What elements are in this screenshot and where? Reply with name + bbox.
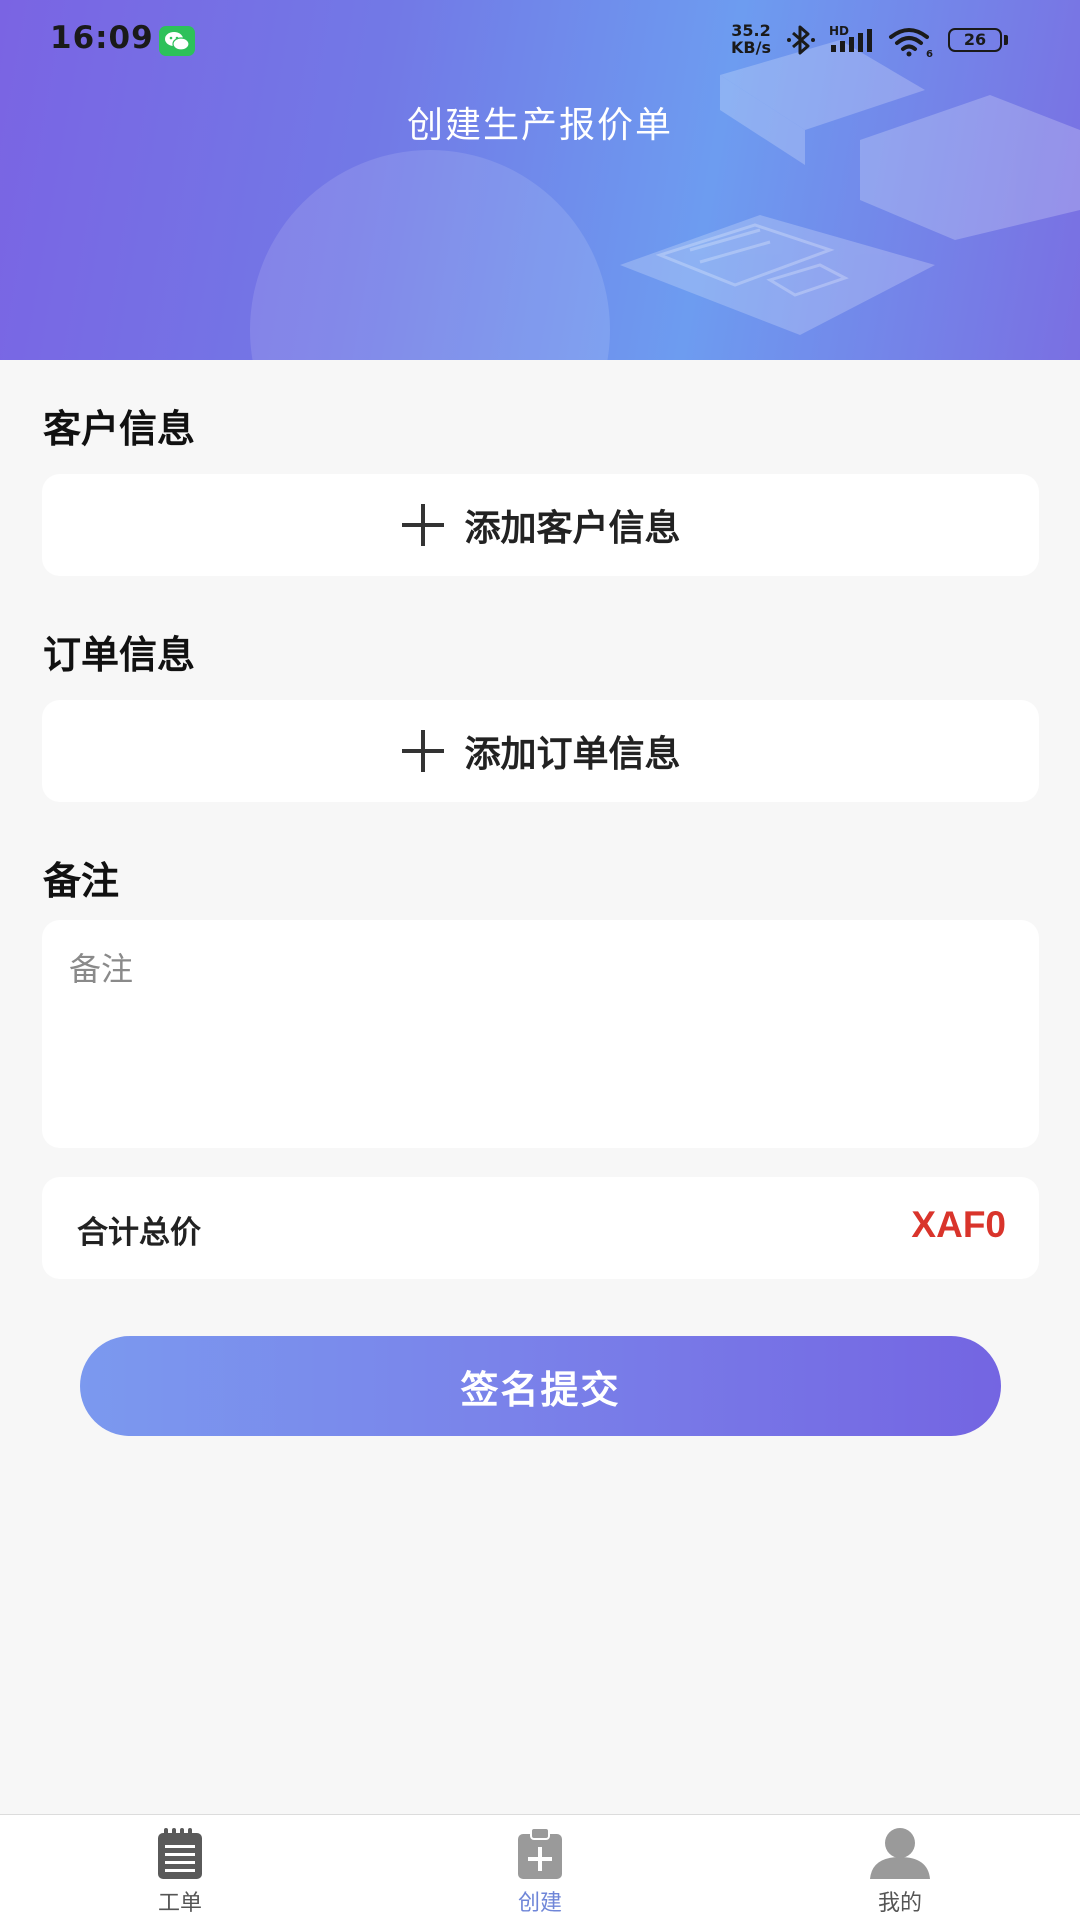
network-speed-value: 35.2 [731,21,771,40]
sign-submit-button[interactable]: 签名提交 [80,1336,1001,1436]
tab-mine[interactable]: 我的 [720,1815,1080,1921]
page-title: 创建生产报价单 [406,105,673,146]
network-speed: 35.2 KB/s [726,22,776,56]
status-bar: 16:09 35.2 KB/s HD 6 26 [0,0,1080,80]
svg-text:6: 6 [926,49,933,58]
tab-workorders[interactable]: 工单 [0,1815,360,1921]
tab-workorders-label: 工单 [157,1891,202,1916]
remark-section-title: 备注 [43,859,120,903]
remark-input[interactable] [42,920,1039,1148]
notepad-icon [158,1828,202,1879]
tab-mine-label: 我的 [877,1891,922,1916]
remark-card [42,920,1039,1148]
bluetooth-icon [787,25,815,55]
add-order-label: 添加订单信息 [464,734,681,775]
tab-create-label: 创建 [517,1891,562,1916]
header: 16:09 35.2 KB/s HD 6 26 创建生产报价单 [0,0,1080,360]
status-time: 16:09 [50,20,154,56]
plus-icon [402,504,445,546]
plus-icon [402,730,445,772]
battery-icon: 26 [948,28,1002,52]
tab-create[interactable]: 创建 [360,1815,720,1921]
wifi-icon: 6 [889,28,933,58]
bottom-tab-bar: 工单 创建 我的 [0,1814,1080,1921]
add-order-button[interactable]: 添加订单信息 [42,700,1039,802]
network-speed-unit: KB/s [731,38,771,57]
customer-section-title: 客户信息 [43,407,196,451]
battery-level: 26 [963,30,987,49]
user-icon [870,1828,930,1879]
total-label: 合计总价 [77,1215,201,1251]
add-customer-label: 添加客户信息 [464,508,681,549]
wechat-icon [159,26,195,56]
clipboard-plus-icon [518,1827,562,1879]
total-card: 合计总价 XAF0 [42,1177,1039,1279]
order-section-title: 订单信息 [43,633,196,677]
total-value: XAF0 [911,1204,1006,1245]
battery-tip [1004,35,1008,45]
signal-icon [831,29,872,52]
add-customer-button[interactable]: 添加客户信息 [42,474,1039,576]
